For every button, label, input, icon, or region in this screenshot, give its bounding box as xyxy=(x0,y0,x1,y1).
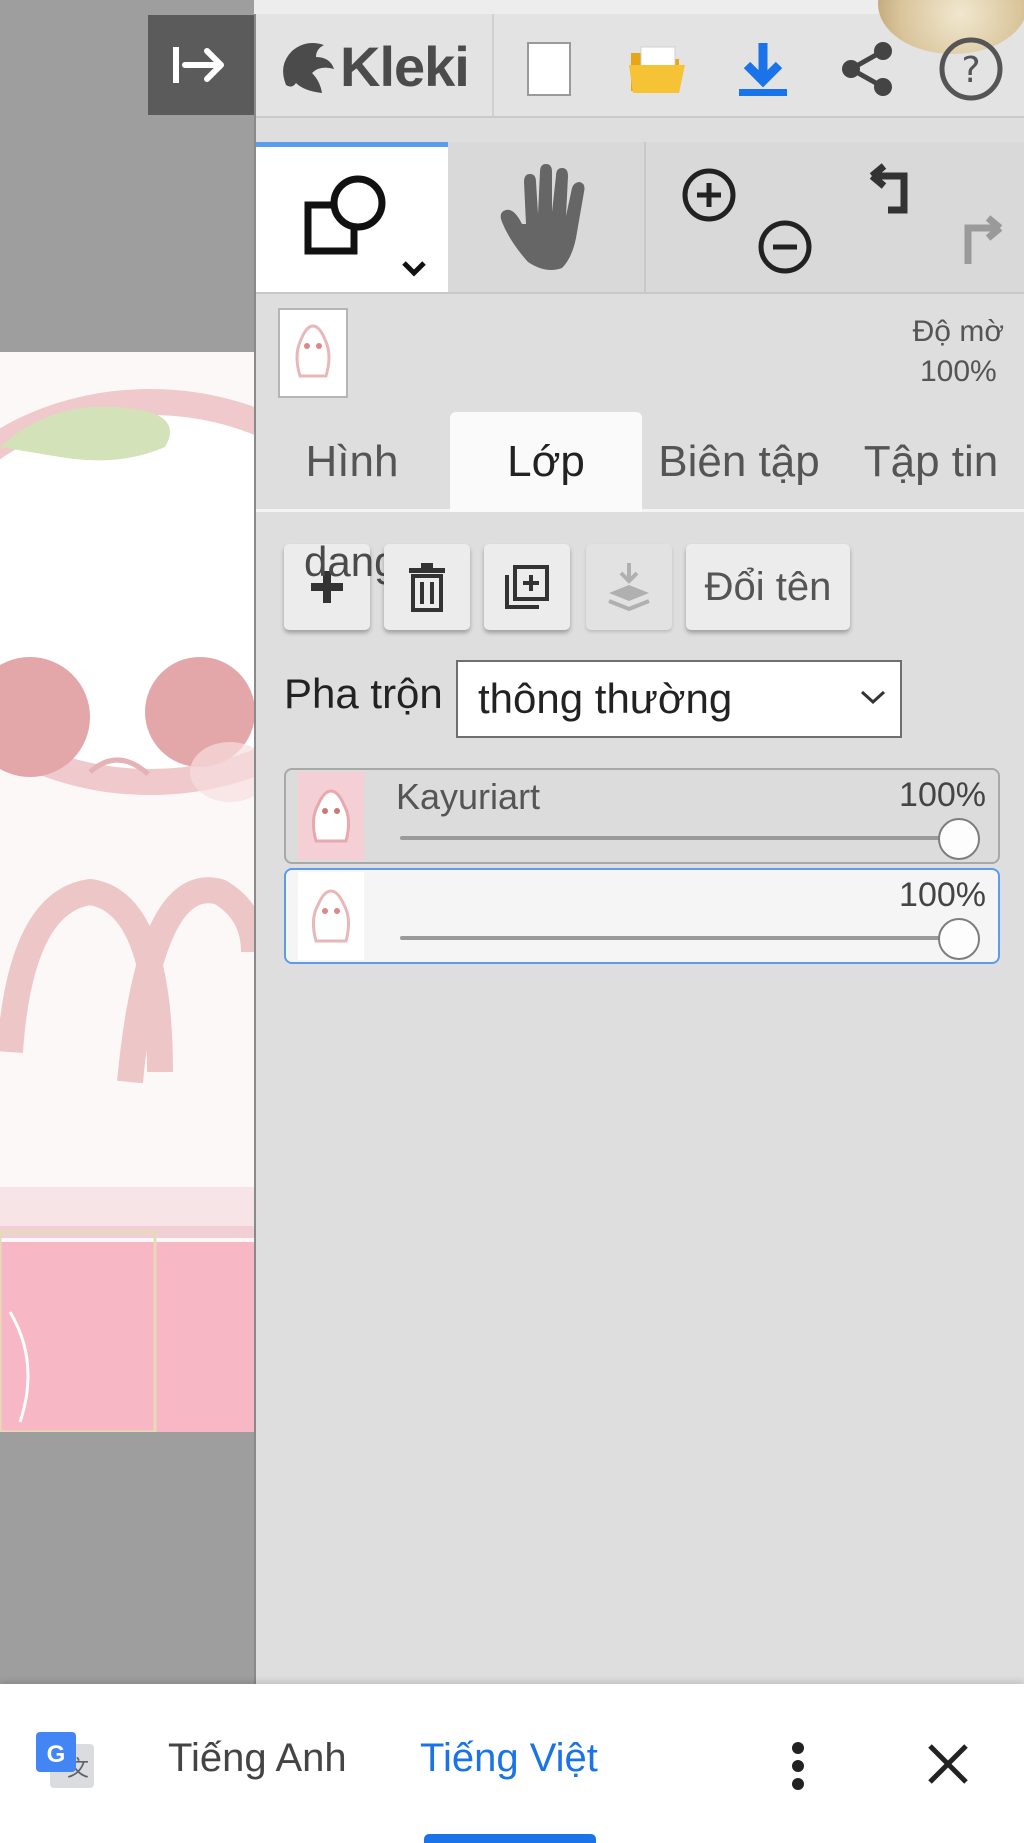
tab-edit[interactable]: Biên tập xyxy=(642,412,836,512)
new-image-button[interactable] xyxy=(514,34,584,104)
layer-opacity-readout: Độ mờ 100% xyxy=(913,312,1004,392)
more-options-button[interactable] xyxy=(780,1736,816,1796)
share-button[interactable] xyxy=(832,34,902,104)
layer-opacity-value: 100% xyxy=(899,876,986,914)
download-button[interactable] xyxy=(728,34,798,104)
zoom-in-icon[interactable] xyxy=(674,160,744,230)
duplicate-icon xyxy=(505,565,549,609)
translate-bar: 文 G Tiếng Anh Tiếng Việt xyxy=(0,1684,1024,1843)
history-controls xyxy=(834,142,1024,292)
rename-layer-button[interactable]: Đổi tên xyxy=(686,544,850,630)
open-file-button[interactable] xyxy=(622,34,692,104)
layer-name: Kayuriart xyxy=(396,776,541,817)
blend-mode-value: thông thường xyxy=(478,675,733,722)
layer-opacity-slider[interactable] xyxy=(400,836,958,840)
layer-opacity-slider-handle[interactable] xyxy=(938,818,980,860)
delete-layer-button[interactable] xyxy=(384,544,470,630)
help-icon: ? xyxy=(939,37,1003,101)
app-name: Kleki xyxy=(340,34,470,98)
close-translate-button[interactable] xyxy=(920,1736,976,1792)
side-panel: Kleki ? Độ mờ 100% Hình Lớp Biên tập Tập… xyxy=(254,0,1024,1684)
google-translate-icon[interactable]: 文 G xyxy=(34,1730,98,1794)
layer-opacity-slider-handle[interactable] xyxy=(938,918,980,960)
merge-down-icon xyxy=(608,563,650,612)
zoom-controls xyxy=(644,142,834,292)
open-folder-icon xyxy=(629,46,685,93)
canvas-toggle-button[interactable] xyxy=(148,15,254,115)
source-language-tab[interactable]: Tiếng Anh xyxy=(168,1736,347,1781)
plus-icon xyxy=(311,571,343,603)
shape-tool-icon xyxy=(304,175,426,277)
panel-tabs: Hình Lớp Biên tập Tập tin xyxy=(256,412,1024,512)
share-icon xyxy=(842,42,892,96)
more-vertical-icon xyxy=(792,1742,804,1790)
zoom-out-icon[interactable] xyxy=(750,212,820,282)
hand-icon xyxy=(500,164,585,270)
shape-tool-button[interactable] xyxy=(256,142,448,292)
close-icon xyxy=(928,1744,968,1784)
chevron-down-icon xyxy=(860,690,886,705)
bunny-thumbnail-icon xyxy=(311,789,351,843)
blend-mode-select[interactable]: thông thường xyxy=(456,660,902,738)
kleki-logo-icon xyxy=(283,43,334,93)
opacity-value: 100% xyxy=(919,355,997,388)
svg-text:G: G xyxy=(47,1741,66,1768)
tab-layer[interactable]: Lớp xyxy=(450,412,642,512)
layer-row[interactable]: Kayuriart 100% xyxy=(284,768,1000,864)
help-button[interactable]: ? xyxy=(936,34,1006,104)
kleki-logo[interactable]: Kleki xyxy=(276,32,470,100)
current-layer-info: Độ mờ 100% xyxy=(256,296,1024,400)
drawing-canvas[interactable] xyxy=(0,352,254,1432)
toolbar-divider xyxy=(492,14,494,116)
layer-row-selected[interactable]: 100% xyxy=(284,868,1000,964)
hand-tool-button[interactable] xyxy=(450,142,642,292)
layer-opacity-slider[interactable] xyxy=(400,936,958,940)
duplicate-layer-button[interactable] xyxy=(484,544,570,630)
layer-thumbnail xyxy=(298,772,364,860)
download-icon xyxy=(739,43,787,96)
active-language-indicator xyxy=(424,1834,596,1843)
svg-text:?: ? xyxy=(961,50,980,91)
top-toolbar: Kleki ? xyxy=(256,0,1024,118)
blend-mode-label: Pha trộn xyxy=(284,670,443,717)
redo-icon[interactable] xyxy=(944,208,1014,278)
tab-file[interactable]: Tập tin xyxy=(836,412,1024,512)
layer-preview-thumbnail[interactable] xyxy=(278,308,348,398)
tool-row xyxy=(256,142,1024,294)
bunny-thumbnail-icon xyxy=(295,324,331,378)
opacity-label: Độ mờ xyxy=(912,315,1004,348)
tab-shape[interactable]: Hình xyxy=(256,412,448,512)
target-language-tab[interactable]: Tiếng Việt xyxy=(420,1736,598,1781)
add-layer-button[interactable] xyxy=(284,544,370,630)
collapse-panel-icon xyxy=(173,47,224,83)
undo-icon[interactable] xyxy=(860,158,930,228)
layer-opacity-value: 100% xyxy=(899,776,986,814)
trash-icon xyxy=(409,563,445,612)
bunny-thumbnail-icon xyxy=(311,889,351,943)
layer-thumbnail xyxy=(298,872,364,960)
merge-down-button[interactable] xyxy=(586,544,672,630)
new-image-icon xyxy=(527,42,571,96)
canvas-area[interactable] xyxy=(0,0,254,1684)
